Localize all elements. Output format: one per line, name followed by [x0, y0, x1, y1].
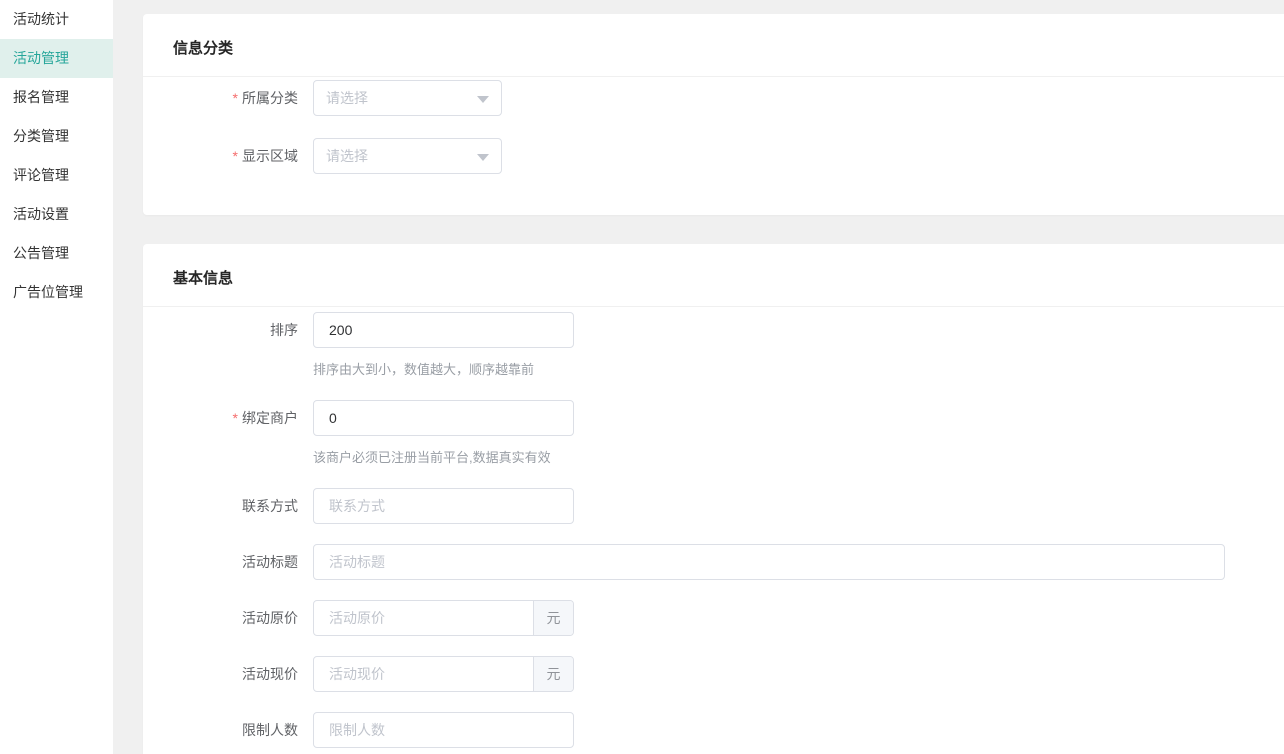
field-label: 排序: [143, 312, 313, 348]
field-label-text: 所属分类: [242, 90, 298, 106]
app-layout: 活动统计 活动管理 报名管理 分类管理 评论管理 活动设置 公告管理 广告位管理 信息分类 * 所…: [0, 0, 1284, 754]
text-input[interactable]: [314, 601, 533, 635]
field-label-text: 显示区域: [242, 148, 298, 164]
required-asterisk: *: [232, 90, 238, 106]
text-input[interactable]: [314, 545, 1224, 579]
form-card: 基本信息排序排序由大到小，数值越大，顺序越靠前*绑定商户该商户必须已注册当前平台…: [143, 244, 1284, 754]
field-control: [313, 712, 574, 748]
input-group: [313, 712, 574, 748]
sidebar-item[interactable]: 活动统计: [0, 0, 113, 39]
form-field-row: 活动现价 元: [143, 656, 1284, 692]
field-control: 元: [313, 656, 574, 692]
card-title: 信息分类: [143, 14, 1284, 77]
input-group: 元: [313, 600, 574, 636]
text-input[interactable]: [314, 713, 573, 747]
text-input[interactable]: [314, 489, 573, 523]
text-input[interactable]: [314, 313, 573, 347]
form-field-row: 活动原价 元: [143, 600, 1284, 636]
input-group: [313, 312, 574, 348]
sidebar-item[interactable]: 分类管理: [0, 117, 113, 156]
sidebar-item[interactable]: 活动管理: [0, 39, 113, 78]
field-label-text: 活动现价: [242, 666, 298, 682]
field-label: 活动现价: [143, 656, 313, 692]
card-body: * 所属分类 请选择 * 显示区域 请选择: [143, 77, 1284, 215]
form-card: 信息分类 * 所属分类 请选择 * 显示区域 请选择: [143, 14, 1284, 215]
field-label-text: 限制人数: [242, 722, 298, 738]
main-content: 信息分类*所属分类请选择*显示区域请选择基本信息排序排序由大到小，数值越大，顺序…: [143, 0, 1284, 754]
field-label-text: 活动原价: [242, 610, 298, 626]
field-label: 活动标题: [143, 544, 313, 580]
sidebar-item[interactable]: 公告管理: [0, 234, 113, 273]
field-label-text: 联系方式: [242, 498, 298, 514]
form-field-row: * 所属分类 请选择: [143, 80, 1284, 116]
text-input[interactable]: [314, 401, 573, 435]
sidebar-item[interactable]: 评论管理: [0, 156, 113, 195]
field-control: 请选择: [313, 80, 502, 116]
field-label-text: 排序: [270, 322, 298, 338]
required-asterisk: *: [232, 410, 238, 426]
select-dropdown[interactable]: 请选择: [313, 138, 502, 174]
sidebar-menu: 活动统计 活动管理 报名管理 分类管理 评论管理 活动设置 公告管理 广告位管理: [0, 0, 113, 754]
field-label: * 显示区域: [143, 138, 313, 174]
field-hint: 排序由大到小，数值越大，顺序越靠前: [313, 362, 535, 377]
unit-suffix: 元: [533, 601, 573, 635]
form-field-row: 排序排序由大到小，数值越大，顺序越靠前: [143, 312, 1284, 380]
input-group: 元: [313, 656, 574, 692]
field-control: [313, 488, 574, 524]
sidebar-item[interactable]: 活动设置: [0, 195, 113, 234]
field-hint: 该商户必须已注册当前平台,数据真实有效: [313, 450, 551, 465]
chevron-down-icon: [477, 95, 489, 103]
select-dropdown[interactable]: 请选择: [313, 80, 502, 116]
field-label: * 绑定商户: [143, 400, 313, 436]
field-control: 该商户必须已注册当前平台,数据真实有效: [313, 400, 574, 468]
form-field-row: 联系方式: [143, 488, 1284, 524]
field-label: 限制人数: [143, 712, 313, 748]
sidebar-item[interactable]: 广告位管理: [0, 273, 113, 312]
field-label: * 所属分类: [143, 80, 313, 116]
card-title: 基本信息: [143, 244, 1284, 307]
field-label: 活动原价: [143, 600, 313, 636]
field-label-text: 活动标题: [242, 554, 298, 570]
card-body: 排序排序由大到小，数值越大，顺序越靠前*绑定商户该商户必须已注册当前平台,数据真…: [143, 307, 1284, 754]
input-group: [313, 400, 574, 436]
field-label-text: 绑定商户: [242, 410, 298, 426]
field-control: 排序由大到小，数值越大，顺序越靠前: [313, 312, 574, 380]
select-placeholder: 请选择: [326, 90, 368, 106]
input-group: [313, 544, 1225, 580]
field-label: 联系方式: [143, 488, 313, 524]
text-input[interactable]: [314, 657, 533, 691]
sidebar-item[interactable]: 报名管理: [0, 78, 113, 117]
input-group: [313, 488, 574, 524]
select-placeholder: 请选择: [326, 148, 368, 164]
form-field-row: *绑定商户该商户必须已注册当前平台,数据真实有效: [143, 400, 1284, 468]
unit-suffix: 元: [533, 657, 573, 691]
form-field-row: 活动标题: [143, 544, 1284, 580]
form-field-row: 限制人数: [143, 712, 1284, 748]
chevron-down-icon: [477, 153, 489, 161]
field-control: 元: [313, 600, 574, 636]
field-control: 请选择: [313, 138, 502, 174]
required-asterisk: *: [232, 148, 238, 164]
field-control: [313, 544, 1225, 580]
form-field-row: * 显示区域 请选择: [143, 138, 1284, 174]
